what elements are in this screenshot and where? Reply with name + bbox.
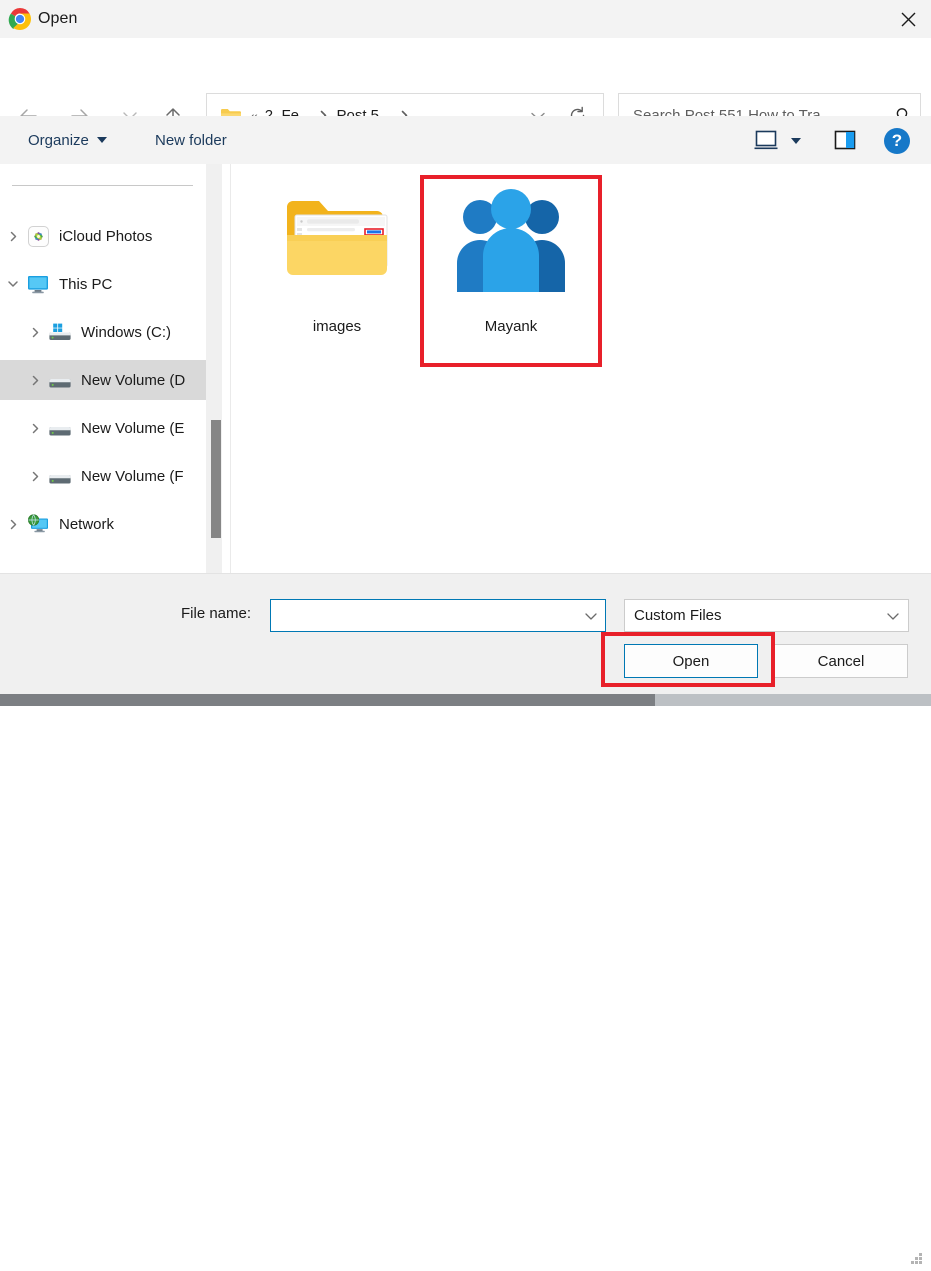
open-button[interactable]: Open [624, 644, 758, 678]
chevron-right-icon[interactable] [22, 327, 48, 338]
help-button[interactable]: ? [884, 128, 910, 154]
pane-splitter[interactable] [222, 164, 231, 573]
drive-icon [48, 417, 72, 439]
cancel-button-label: Cancel [817, 652, 865, 670]
sidebar-item-new-volume-e[interactable]: New Volume (E [0, 408, 206, 448]
chevron-right-icon[interactable] [22, 471, 48, 482]
sidebar-item-windows-c[interactable]: Windows (C:) [0, 312, 206, 352]
file-type-dropdown[interactable]: Custom Files [624, 599, 909, 632]
file-type-value: Custom Files [634, 607, 722, 624]
file-name-label: File name: [181, 605, 252, 622]
open-file-dialog: Open Search Post 551 How to Tra... Organ… [0, 0, 931, 1264]
help-label: ? [891, 131, 903, 150]
new-folder-label: New folder [155, 131, 227, 149]
organize-button[interactable]: Organize [18, 124, 117, 156]
folder-with-preview-icon [273, 178, 401, 306]
chrome-logo-icon [8, 7, 32, 31]
file-item-label: images [312, 318, 362, 335]
network-icon [26, 513, 50, 535]
sidebar-item-network[interactable]: Network [0, 504, 206, 544]
drive-icon [48, 369, 72, 391]
chevron-down-icon[interactable] [577, 609, 605, 623]
chevron-down-icon[interactable] [0, 278, 26, 290]
sidebar-item-label: Network [59, 515, 115, 533]
chevron-right-icon[interactable] [22, 423, 48, 434]
sidebar-item-label: New Volume (E [81, 419, 185, 437]
caret-down-icon [96, 137, 107, 143]
file-list: images Mayank [231, 164, 931, 573]
organize-label: Organize [28, 131, 89, 149]
sidebar-item-new-volume-d[interactable]: New Volume (D [0, 360, 206, 400]
background-window-scrollbar-thumb[interactable] [0, 694, 655, 706]
sidebar-item-label: This PC [59, 275, 113, 293]
new-folder-button[interactable]: New folder [145, 124, 237, 156]
file-item-images[interactable]: images [257, 178, 417, 335]
sidebar-item-label: New Volume (D [81, 371, 186, 389]
windows-drive-icon [48, 321, 72, 343]
navpane-scrollbar-thumb[interactable] [211, 420, 221, 538]
preview-pane-icon [834, 130, 856, 150]
navpane-scrollbar[interactable] [206, 164, 222, 573]
sidebar-item-label: iCloud Photos [59, 227, 153, 245]
view-layout-icon [754, 130, 778, 150]
people-group-icon [447, 178, 575, 306]
sidebar-item-label: Windows (C:) [81, 323, 172, 341]
sidebar-item-new-volume-f[interactable]: New Volume (F [0, 456, 206, 496]
drive-icon [48, 465, 72, 487]
resize-grip-icon[interactable] [908, 1250, 924, 1266]
close-button[interactable] [885, 0, 931, 38]
dialog-footer: File name: Custom Files Open Cancel [0, 573, 931, 1264]
icloud-photos-icon [26, 225, 50, 247]
background-window-scrollbar[interactable] [0, 694, 931, 706]
navigation-bar: « 2. Fe... Post 5... [0, 38, 931, 138]
view-options-button[interactable] [789, 136, 803, 146]
chevron-down-icon [878, 609, 908, 623]
preview-pane-button[interactable] [832, 128, 858, 152]
sidebar-item-this-pc[interactable]: This PC [0, 264, 206, 304]
cancel-button[interactable]: Cancel [774, 644, 908, 678]
open-button-label: Open [672, 652, 710, 670]
sidebar-item-icloud-photos[interactable]: iCloud Photos [0, 216, 206, 256]
command-bar: Organize New folder ? [0, 116, 931, 164]
chevron-right-icon[interactable] [0, 231, 26, 242]
navpane-divider [12, 185, 193, 186]
title-bar: Open [0, 0, 931, 39]
window-title: Open [38, 10, 78, 27]
chevron-right-icon[interactable] [0, 519, 26, 530]
sidebar-item-label: New Volume (F [81, 467, 184, 485]
caret-down-icon [791, 138, 801, 144]
this-pc-icon [26, 273, 50, 295]
file-item-label: Mayank [484, 318, 538, 335]
file-item-mayank[interactable]: Mayank [431, 178, 591, 335]
file-name-input[interactable] [279, 606, 577, 625]
file-name-combobox[interactable] [270, 599, 606, 632]
navigation-pane: iCloud Photos This PC Windows (C:) New V… [0, 164, 206, 573]
chevron-right-icon[interactable] [22, 375, 48, 386]
view-layout-button[interactable] [752, 128, 780, 152]
